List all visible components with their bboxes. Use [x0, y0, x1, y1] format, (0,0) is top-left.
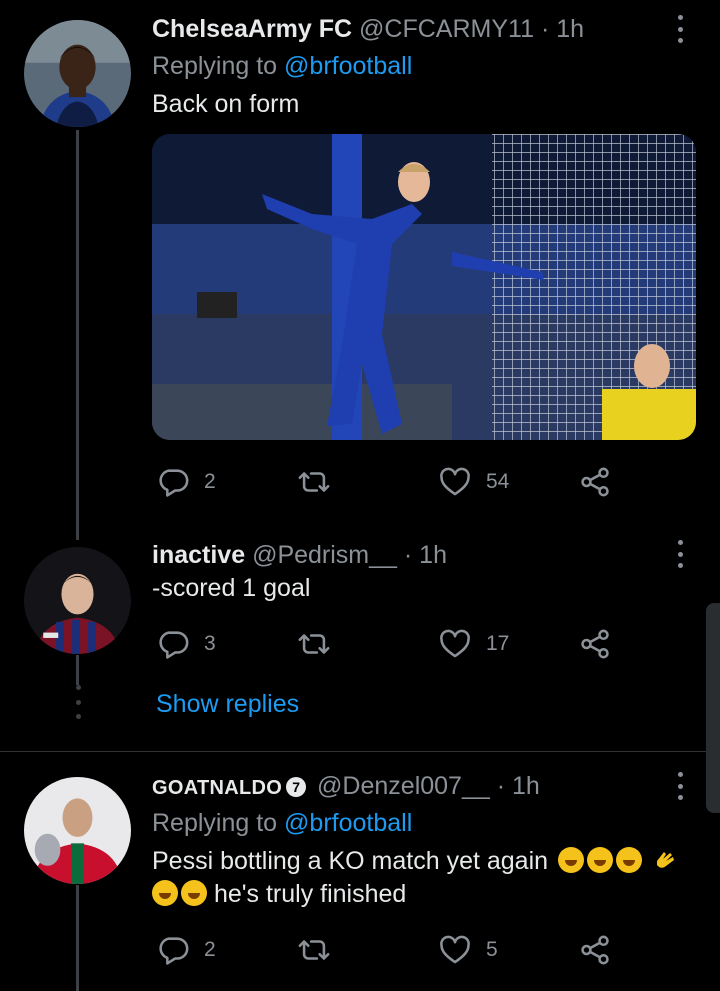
share-button[interactable] [578, 624, 612, 664]
share-button[interactable] [578, 462, 612, 502]
display-name[interactable]: inactive [152, 541, 245, 569]
retweet-button[interactable] [297, 930, 331, 970]
tweet-text-line: he's truly finished [152, 878, 406, 911]
retweet-button[interactable] [297, 624, 331, 664]
tweet-image[interactable] [152, 134, 696, 440]
divider [0, 751, 720, 752]
reply-icon [159, 937, 189, 965]
avatar[interactable] [24, 20, 131, 127]
tweet-text: Back on form [152, 90, 300, 118]
share-icon [581, 467, 609, 497]
heart-icon [440, 629, 470, 658]
rofl-emoji-icon [587, 847, 613, 873]
tweet-actions: 2 5 [152, 930, 622, 970]
display-name[interactable]: ChelseaArmy FC [152, 15, 352, 43]
rofl-emoji-icon [616, 847, 642, 873]
mention-link[interactable]: @brfootball [284, 52, 412, 80]
share-icon [581, 629, 609, 659]
thread-line [76, 655, 79, 685]
timestamp[interactable]: 1h [556, 15, 584, 43]
separator: · [496, 772, 506, 800]
tweet-actions: 3 17 [152, 624, 622, 664]
tweet-header: ChelseaArmy FC @CFCARMY11 · 1h [152, 14, 584, 44]
separator: · [540, 15, 550, 43]
retweet-icon [298, 472, 330, 492]
avatar[interactable] [24, 777, 131, 884]
thread-continuation-dots [74, 685, 82, 719]
share-icon [581, 935, 609, 965]
avatar[interactable] [24, 547, 131, 654]
like-button[interactable]: 17 [438, 624, 509, 664]
tears-of-joy-emoji-icon [181, 880, 207, 906]
timestamp[interactable]: 1h [419, 541, 447, 569]
like-button[interactable]: 5 [438, 930, 498, 970]
reply-icon [159, 631, 189, 659]
reply-count: 2 [204, 938, 216, 961]
show-replies-link[interactable]: Show replies [156, 690, 299, 719]
reply-count: 2 [204, 470, 216, 493]
replying-to: Replying to @brfootball [152, 51, 412, 81]
tweet-actions: 2 54 [152, 462, 622, 502]
number-badge: 7 [286, 777, 307, 797]
like-count: 54 [486, 470, 510, 493]
heart-icon [440, 467, 470, 496]
tweet-text-line: Pessi bottling a KO match yet again [152, 845, 678, 878]
replying-label: Replying to [152, 809, 278, 837]
thread-line [76, 130, 79, 540]
reply-count: 3 [204, 632, 216, 655]
scrollbar[interactable] [706, 603, 720, 813]
clapping-hand-emoji-icon [652, 847, 678, 873]
reply-button[interactable]: 2 [156, 930, 216, 970]
like-count: 17 [486, 632, 510, 655]
tweet-text: Pessi bottling a KO match yet again [152, 847, 549, 875]
more-icon[interactable] [672, 15, 688, 43]
more-icon[interactable] [672, 540, 688, 568]
user-handle[interactable]: @Denzel007__ [317, 772, 490, 800]
like-button[interactable]: 54 [438, 462, 509, 502]
share-button[interactable] [578, 930, 612, 970]
user-handle[interactable]: @CFCARMY11 [359, 15, 534, 43]
replying-to: Replying to @brfootball [152, 808, 412, 838]
more-icon[interactable] [672, 772, 688, 800]
tweet-text: he's truly finished [213, 880, 407, 908]
like-count: 5 [486, 938, 498, 961]
mention-link[interactable]: @brfootball [284, 809, 412, 837]
tweet-header: GOATNALDO 7 @Denzel007__ · 1h [152, 771, 540, 803]
reply-button[interactable]: 2 [156, 462, 216, 502]
tweet-header: inactive @Pedrism__ · 1h [152, 540, 447, 570]
user-handle[interactable]: @Pedrism__ [252, 541, 397, 569]
rofl-emoji-icon [558, 847, 584, 873]
replying-label: Replying to [152, 52, 278, 80]
loudly-crying-emoji-icon [152, 880, 178, 906]
reply-icon [159, 469, 189, 497]
retweet-icon [298, 634, 330, 654]
timestamp[interactable]: 1h [512, 772, 540, 800]
thread-line [76, 885, 79, 991]
tweet-text: -scored 1 goal [152, 574, 311, 602]
separator: · [403, 541, 413, 569]
reply-button[interactable]: 3 [156, 624, 216, 664]
display-name[interactable]: GOATNALDO [152, 777, 282, 799]
retweet-button[interactable] [297, 462, 331, 502]
heart-icon [440, 935, 470, 964]
retweet-icon [298, 940, 330, 960]
